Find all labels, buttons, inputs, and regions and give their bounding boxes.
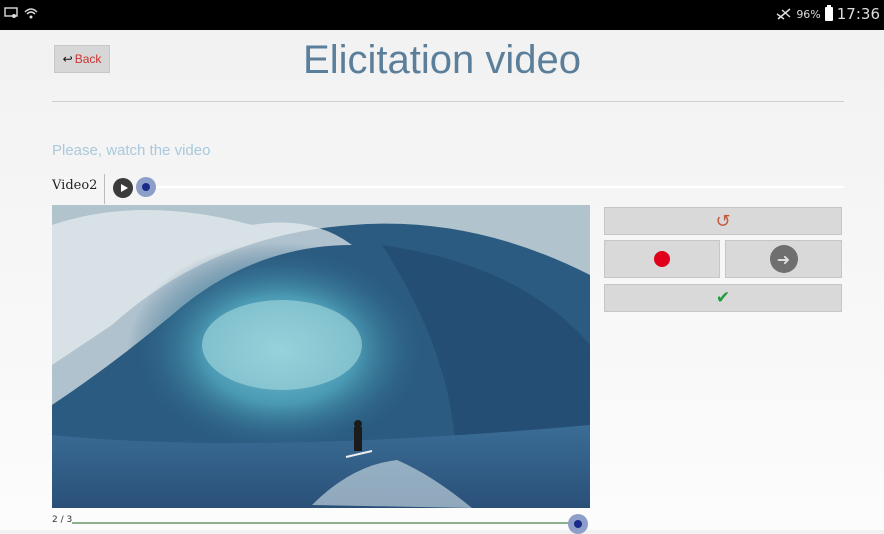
next-button[interactable]: ➜: [725, 240, 842, 278]
battery-icon: [824, 5, 833, 21]
video-seek-handle[interactable]: [136, 177, 156, 197]
status-bar: 96% 17:36: [0, 0, 884, 30]
status-icons-right: 96% 17:36: [776, 5, 880, 23]
playlist-progress-handle[interactable]: [568, 514, 588, 534]
play-icon: [120, 184, 128, 192]
video-name-label: Video2: [52, 178, 98, 193]
confirm-button[interactable]: ✔: [604, 284, 842, 312]
record-button[interactable]: [604, 240, 720, 278]
screen-cast-icon: [4, 7, 18, 18]
video-seek-track[interactable]: [150, 186, 844, 188]
playlist-progress-track[interactable]: [72, 522, 576, 524]
signal-muted-icon: [776, 8, 791, 20]
video-frame[interactable]: [52, 205, 590, 508]
status-icons-left: [4, 7, 38, 19]
record-icon: [654, 251, 670, 267]
header-divider: [52, 101, 844, 102]
video-counter: 2 / 3: [52, 515, 73, 525]
wave-surfer-image: [52, 205, 590, 508]
instruction-text: Please, watch the video: [52, 142, 211, 159]
video-label-divider: [104, 174, 105, 204]
battery-percent: 96%: [796, 7, 821, 21]
wifi-icon: [24, 8, 38, 19]
arrow-right-circle-icon: ➜: [769, 245, 798, 273]
reset-button[interactable]: ↺: [604, 207, 842, 235]
rotate-left-icon: ↺: [715, 210, 731, 232]
clock: 17:36: [836, 5, 880, 23]
check-icon: ✔: [715, 288, 731, 308]
play-button[interactable]: [113, 178, 133, 198]
page-title: Elicitation video: [303, 38, 581, 82]
